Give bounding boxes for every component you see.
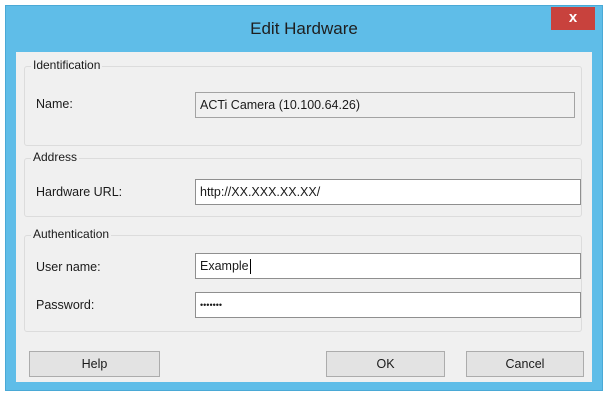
authentication-group: Authentication User name: Example Passwo… bbox=[24, 227, 582, 332]
identification-legend: Identification bbox=[31, 58, 103, 72]
name-field: ACTi Camera (10.100.64.26) bbox=[195, 92, 575, 118]
user-name-label: User name: bbox=[36, 260, 101, 274]
title-bar[interactable]: Edit Hardware x bbox=[6, 6, 602, 52]
ok-button[interactable]: OK bbox=[326, 351, 445, 377]
authentication-legend: Authentication bbox=[31, 227, 112, 241]
password-input[interactable]: ••••••• bbox=[195, 292, 581, 318]
password-label: Password: bbox=[36, 298, 95, 312]
address-group: Address Hardware URL: http://XX.XXX.XX.X… bbox=[24, 150, 582, 217]
cancel-button[interactable]: Cancel bbox=[466, 351, 584, 377]
address-legend: Address bbox=[31, 150, 80, 164]
hardware-url-input[interactable]: http://XX.XXX.XX.XX/ bbox=[195, 179, 581, 205]
dialog-title: Edit Hardware bbox=[250, 19, 358, 38]
close-button[interactable]: x bbox=[551, 7, 595, 30]
edit-hardware-dialog: Edit Hardware x Identification Name: ACT… bbox=[5, 5, 603, 391]
help-button[interactable]: Help bbox=[29, 351, 160, 377]
user-name-input[interactable]: Example bbox=[195, 253, 581, 279]
user-name-value: Example bbox=[200, 259, 249, 273]
hardware-url-label: Hardware URL: bbox=[36, 185, 123, 199]
text-cursor bbox=[249, 259, 251, 275]
identification-group: Identification Name: ACTi Camera (10.100… bbox=[24, 58, 582, 146]
name-label: Name: bbox=[36, 97, 73, 111]
dialog-body: Identification Name: ACTi Camera (10.100… bbox=[16, 52, 592, 382]
